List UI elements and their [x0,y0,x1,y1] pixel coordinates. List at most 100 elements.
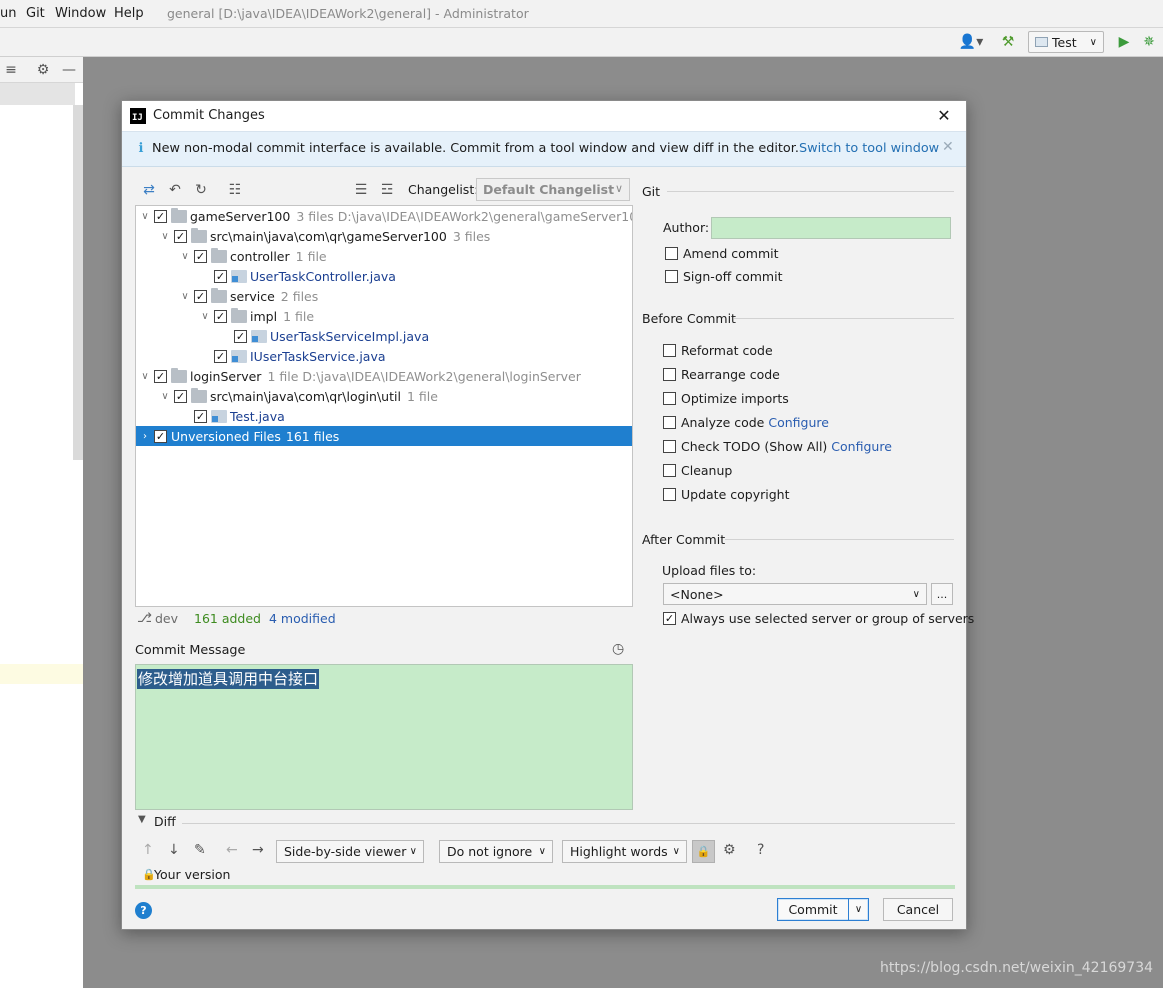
previous-file-icon[interactable]: ← [226,842,238,858]
reformat-code-option[interactable]: Reformat code [663,343,773,358]
chevron-down-icon[interactable]: ∨ [179,251,191,262]
check-todo-option[interactable]: Check TODO (Show All) Configure [663,439,892,454]
analyze-code-configure-link[interactable]: Configure [768,415,829,430]
help-icon[interactable]: ? [757,842,764,858]
rearrange-code-checkbox[interactable] [663,368,676,381]
tree-row[interactable]: ∨ ✓ src\main\java\com\qr\gameServer100 3… [136,226,632,246]
tree-row[interactable]: ✓ Test.java [136,406,632,426]
expand-all-icon[interactable]: ☰ [352,181,370,199]
always-use-server-checkbox[interactable]: ✓ [663,612,676,625]
tree-checkbox[interactable]: ✓ [234,329,247,343]
tree-checkbox[interactable]: ✓ [214,349,227,363]
diff-ignore-select[interactable]: Do not ignore ∨ [439,840,553,863]
show-diff-icon[interactable]: ⇄ [140,181,158,199]
chevron-down-icon[interactable]: ▼ [138,814,146,825]
commit-button[interactable]: Commit ∨ [777,898,869,921]
rearrange-code-label: Rearrange code [681,367,780,382]
minimize-icon[interactable]: — [61,61,77,79]
update-copyright-checkbox[interactable] [663,488,676,501]
next-file-icon[interactable]: → [252,842,264,858]
signoff-commit-checkbox[interactable] [665,270,678,283]
chevron-down-icon[interactable]: ∨ [139,211,151,222]
gear-icon[interactable]: ⚙ [35,61,51,79]
tree-row[interactable]: ∨ ✓ loginServer 1 file D:\java\IDEA\IDEA… [136,366,632,386]
menu-run[interactable]: un [0,6,16,21]
tree-row[interactable]: ∨ ✓ service 2 files [136,286,632,306]
run-icon[interactable]: ▶ [1115,32,1133,52]
tree-row[interactable]: ∨ ✓ gameServer100 3 files D:\java\IDEA\I… [136,206,632,226]
rollback-icon[interactable]: ↶ [166,181,184,199]
signoff-commit-option[interactable]: Sign-off commit [665,269,783,284]
menu-git[interactable]: Git [26,6,45,21]
clock-history-icon[interactable]: ◷ [612,641,624,657]
tree-checkbox[interactable]: ✓ [174,229,187,243]
tree-row[interactable]: ∨ ✓ controller 1 file [136,246,632,266]
banner-close-icon[interactable]: ✕ [942,139,954,155]
tree-row[interactable]: ✓ IUserTaskService.java [136,346,632,366]
always-use-server-option[interactable]: ✓ Always use selected server or group of… [663,611,974,626]
analyze-code-option[interactable]: Analyze code Configure [663,415,829,430]
check-todo-configure-link[interactable]: Configure [831,439,892,454]
tree-checkbox[interactable]: ✓ [154,209,167,223]
update-copyright-option[interactable]: Update copyright [663,487,789,502]
commit-message-input[interactable]: 修改增加道具调用中台接口 [135,664,633,810]
tree-checkbox[interactable]: ✓ [174,389,187,403]
switch-to-tool-window-link[interactable]: Switch to tool window [799,141,939,156]
tree-row[interactable]: ∨ ✓ src\main\java\com\qr\login\util 1 fi… [136,386,632,406]
branch-name[interactable]: dev [155,611,178,626]
tree-row[interactable]: ✓ UserTaskController.java [136,266,632,286]
optimize-imports-option[interactable]: Optimize imports [663,391,789,406]
close-icon[interactable]: ✕ [934,105,954,125]
help-button[interactable]: ? [135,902,152,919]
tree-row[interactable]: ✓ UserTaskServiceImpl.java [136,326,632,346]
rearrange-code-option[interactable]: Rearrange code [663,367,780,382]
tree-checkbox[interactable]: ✓ [154,369,167,383]
amend-commit-checkbox[interactable] [665,247,678,260]
menu-window[interactable]: Window [55,6,106,21]
tree-checkbox[interactable]: ✓ [194,249,207,263]
collapse-all-icon[interactable]: ≡ [3,61,19,79]
prev-difference-icon[interactable]: ↑ [142,842,154,858]
lock-icon[interactable]: 🔒 [692,840,715,863]
collapse-all-icon[interactable]: ☲ [378,181,396,199]
debug-bug-icon[interactable]: ✵ [1140,32,1158,52]
cleanup-checkbox[interactable] [663,464,676,477]
gear-icon[interactable]: ⚙ [723,842,736,858]
menu-help[interactable]: Help [114,6,144,21]
upload-server-select[interactable]: <None> ∨ [663,583,927,605]
reformat-code-checkbox[interactable] [663,344,676,357]
chevron-right-icon[interactable]: › [139,431,151,442]
run-config-select[interactable]: Test ∨ [1028,31,1104,53]
diff-highlight-select[interactable]: Highlight words ∨ [562,840,687,863]
upload-browse-button[interactable]: ... [931,583,953,605]
tree-checkbox[interactable]: ✓ [214,309,227,323]
group-by-icon[interactable]: ☷ [226,181,244,199]
chevron-down-icon[interactable]: ∨ [139,371,151,382]
chevron-down-icon[interactable]: ∨ [849,904,868,915]
user-icon[interactable]: 👤▾ [956,32,986,52]
tree-checkbox[interactable]: ✓ [214,269,227,283]
cleanup-option[interactable]: Cleanup [663,463,732,478]
tree-row[interactable]: ∨ ✓ impl 1 file [136,306,632,326]
tree-checkbox[interactable]: ✓ [194,409,207,423]
check-todo-checkbox[interactable] [663,440,676,453]
diff-viewer-select[interactable]: Side-by-side viewer ∨ [276,840,424,863]
cancel-button[interactable]: Cancel [883,898,953,921]
chevron-down-icon[interactable]: ∨ [199,311,211,322]
edit-icon[interactable]: ✎ [194,842,206,858]
changelist-select[interactable]: Default Changelist ∨ [476,178,630,201]
refresh-icon[interactable]: ↻ [192,181,210,199]
next-difference-icon[interactable]: ↓ [168,842,180,858]
amend-commit-option[interactable]: Amend commit [665,246,779,261]
optimize-imports-checkbox[interactable] [663,392,676,405]
analyze-code-checkbox[interactable] [663,416,676,429]
tree-checkbox[interactable]: ✓ [194,289,207,303]
chevron-down-icon[interactable]: ∨ [179,291,191,302]
tree-checkbox[interactable]: ✓ [154,429,167,443]
author-input[interactable] [711,217,951,239]
chevron-down-icon[interactable]: ∨ [159,391,171,402]
project-scrollbar[interactable] [73,105,83,460]
build-hammer-icon[interactable]: ⚒ [998,32,1018,52]
tree-row-selected[interactable]: › ✓ Unversioned Files 161 files [136,426,632,446]
chevron-down-icon[interactable]: ∨ [159,231,171,242]
